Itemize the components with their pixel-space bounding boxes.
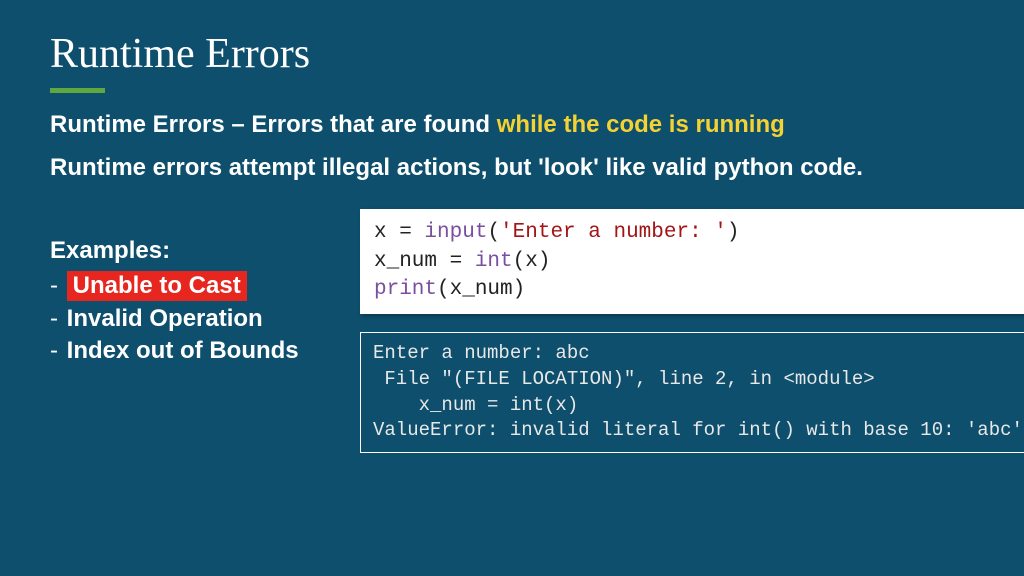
code-text: (x_num) [437, 278, 525, 301]
code-text: ) [727, 221, 740, 244]
output-block: Enter a number: abc File "(FILE LOCATION… [360, 332, 1024, 453]
code-keyword: input [424, 221, 487, 244]
example-text-highlighted: Unable to Cast [67, 271, 247, 301]
definition-emphasis: while the code is running [497, 111, 785, 138]
definition-line: Runtime Errors – Errors that are found w… [50, 111, 974, 140]
code-keyword: print [374, 278, 437, 301]
examples-heading: Examples: [50, 237, 330, 265]
example-text: Invalid Operation [67, 305, 263, 332]
title-underline [50, 88, 105, 93]
slide-title: Runtime Errors [50, 30, 974, 78]
example-item: - Unable to Cast [50, 271, 330, 301]
code-text: x = [374, 221, 424, 244]
code-text: ( [487, 221, 500, 244]
example-text: Index out of Bounds [67, 337, 299, 364]
code-text: x_num = [374, 250, 475, 273]
bullet-dash: - [50, 305, 65, 332]
example-item: - Invalid Operation [50, 305, 330, 333]
example-item: - Index out of Bounds [50, 337, 330, 365]
subtext: Runtime errors attempt illegal actions, … [50, 154, 974, 182]
code-text: (x) [513, 250, 551, 273]
code-block: x = input('Enter a number: ') x_num = in… [360, 209, 1024, 314]
code-string: 'Enter a number: ' [500, 221, 727, 244]
code-keyword: int [475, 250, 513, 273]
examples-column: Examples: - Unable to Cast - Invalid Ope… [50, 209, 330, 453]
bullet-dash: - [50, 272, 65, 299]
definition-prefix: Runtime Errors – Errors that are found [50, 111, 497, 138]
bullet-dash: - [50, 337, 65, 364]
